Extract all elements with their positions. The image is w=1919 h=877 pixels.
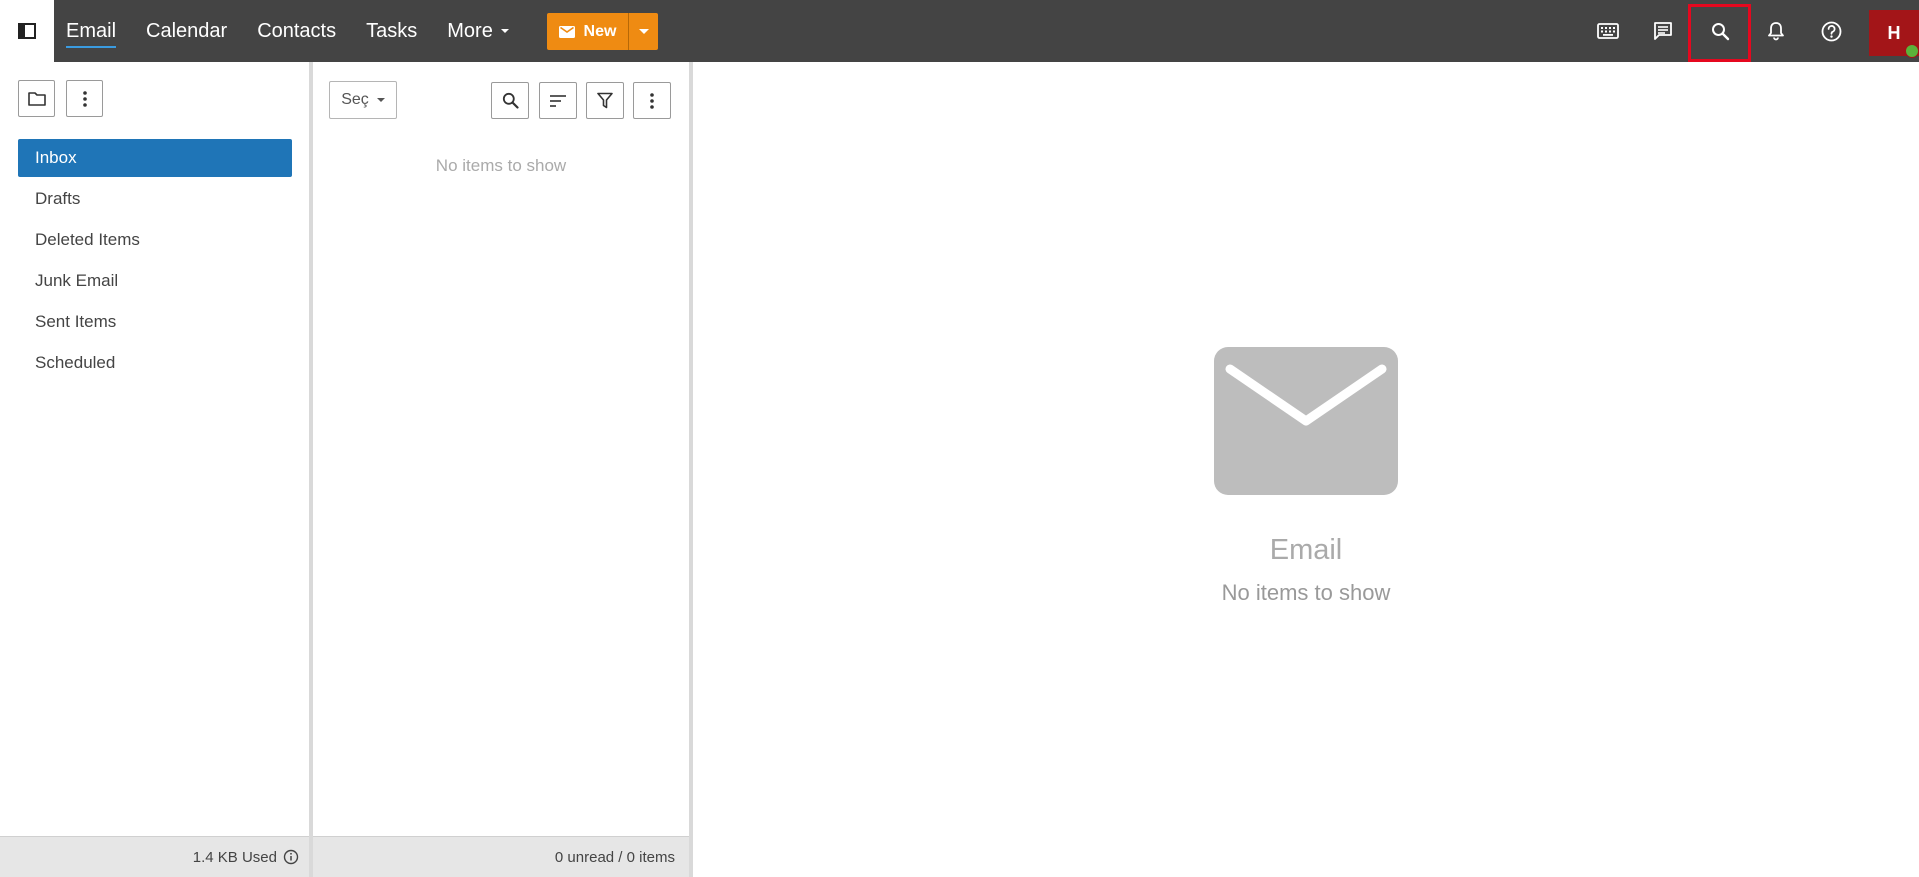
notifications-button[interactable] [1751, 6, 1801, 56]
list-status-bar: 0 unread / 0 items [313, 836, 689, 877]
chevron-down-icon [638, 29, 649, 34]
sort-button[interactable] [539, 82, 577, 119]
chat-icon [1654, 22, 1672, 40]
folder-label: Junk Email [35, 271, 119, 290]
help-icon [1821, 21, 1841, 41]
presence-indicator [1905, 44, 1919, 58]
folder-item-junk-email[interactable]: Junk Email [18, 262, 292, 300]
filter-button[interactable] [586, 82, 624, 119]
sort-icon [550, 94, 566, 107]
empty-list-message: No items to show [435, 156, 567, 175]
nav-email[interactable]: Email [66, 16, 117, 48]
folder-list: Inbox Drafts Deleted Items Junk Email Se… [18, 139, 292, 385]
folder-label: Deleted Items [35, 230, 140, 249]
more-vertical-icon [82, 90, 87, 107]
search-button[interactable] [1695, 6, 1745, 56]
message-list-pane: Seç No items to show 0 unread / 0 items [313, 62, 689, 877]
folder-item-sent-items[interactable]: Sent Items [18, 303, 292, 341]
info-icon[interactable] [283, 849, 299, 865]
nav-more-label: More [447, 19, 493, 42]
chevron-down-icon [376, 98, 385, 102]
new-button-label: New [583, 22, 617, 40]
avatar[interactable]: H [1869, 10, 1919, 58]
nav-calendar-label: Calendar [146, 19, 228, 42]
mail-icon [558, 25, 575, 38]
chat-button[interactable] [1638, 6, 1688, 56]
nav-tasks[interactable]: Tasks [366, 16, 417, 47]
reading-empty-text: No items to show [1221, 580, 1391, 605]
keyboard-icon [1597, 23, 1619, 39]
folder-item-deleted-items[interactable]: Deleted Items [18, 221, 292, 259]
nav-tasks-label: Tasks [366, 19, 418, 42]
storage-status-bar: 1.4 KB Used [0, 836, 309, 877]
list-more-button[interactable] [633, 82, 671, 119]
search-icon [502, 92, 519, 109]
folder-label: Inbox [35, 148, 77, 167]
filter-icon [597, 92, 613, 109]
more-vertical-icon [650, 92, 654, 109]
nav-more[interactable]: More [447, 16, 509, 47]
reading-title: Email [1269, 534, 1343, 566]
bell-icon [1768, 22, 1784, 41]
folder-more-button[interactable] [66, 80, 103, 117]
chevron-down-icon [500, 29, 509, 33]
avatar-initial: H [1887, 22, 1901, 43]
help-button[interactable] [1806, 6, 1856, 56]
folder-actions-button[interactable] [18, 80, 55, 117]
folder-icon [27, 92, 46, 106]
nav-contacts-label: Contacts [257, 19, 337, 42]
main-nav: Email Calendar Contacts Tasks More [66, 0, 539, 62]
folder-item-scheduled[interactable]: Scheduled [18, 344, 292, 382]
keyboard-shortcuts-button[interactable] [1583, 6, 1633, 56]
select-label: Seç [341, 91, 369, 108]
folder-label: Scheduled [35, 353, 116, 372]
folder-item-drafts[interactable]: Drafts [18, 180, 292, 218]
list-search-button[interactable] [491, 82, 529, 119]
new-dropdown-button[interactable] [628, 13, 658, 50]
select-dropdown[interactable]: Seç [329, 81, 397, 119]
folder-pane: Inbox Drafts Deleted Items Junk Email Se… [0, 62, 309, 877]
folder-label: Drafts [35, 189, 81, 208]
storage-used-text: 1.4 KB Used [192, 848, 277, 866]
envelope-icon [1214, 347, 1398, 495]
sidebar-toggle-icon [18, 23, 36, 39]
nav-calendar[interactable]: Calendar [146, 16, 227, 47]
new-message-button[interactable]: New [547, 13, 628, 50]
sidebar-toggle-button[interactable] [0, 0, 54, 62]
folder-item-inbox[interactable]: Inbox [18, 139, 292, 177]
new-button-group: New [547, 13, 658, 50]
search-icon [1711, 22, 1729, 40]
top-bar: Email Calendar Contacts Tasks More New H [0, 0, 1919, 62]
reading-pane: Email No items to show [693, 62, 1919, 877]
unread-count-text: 0 unread / 0 items [554, 848, 675, 866]
nav-email-label: Email [66, 19, 117, 42]
nav-contacts[interactable]: Contacts [257, 16, 336, 47]
folder-label: Sent Items [35, 312, 117, 331]
